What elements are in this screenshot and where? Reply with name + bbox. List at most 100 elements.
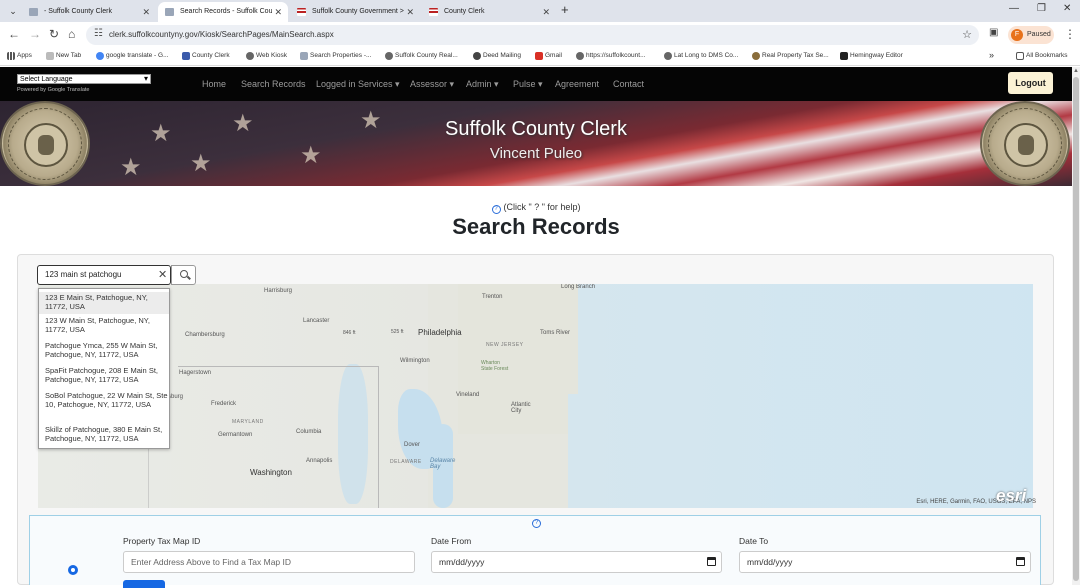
bookmark-apps[interactable]: Apps xyxy=(7,52,32,60)
page-scrollbar[interactable]: ▲ xyxy=(1072,67,1080,585)
suggestion-item[interactable]: Patchogue Ymca, 255 W Main St, Patchogue… xyxy=(39,341,169,364)
suggestion-item[interactable]: 123 W Main St, Patchogue, NY, 11772, USA xyxy=(39,316,169,339)
nav-search-records[interactable]: Search Records xyxy=(241,79,306,89)
bookmark-item[interactable]: Deed Mailing xyxy=(473,52,521,60)
nav-agreement[interactable]: Agreement xyxy=(555,79,599,89)
calendar-icon[interactable] xyxy=(707,557,716,566)
map-label: Vineland xyxy=(456,392,480,398)
kebab-menu-icon[interactable]: ⋮ xyxy=(1064,27,1076,41)
tab-search-chevron-icon[interactable]: ⌄ xyxy=(6,4,20,18)
gmail-icon xyxy=(535,52,543,60)
browser-tab[interactable]: Suffolk County Government > P ✕ xyxy=(290,2,420,22)
map-label: Annapolis xyxy=(306,458,333,464)
search-button[interactable] xyxy=(171,265,196,285)
scroll-up-icon[interactable]: ▲ xyxy=(1073,68,1079,74)
nav-pulse[interactable]: Pulse ▾ xyxy=(513,79,543,90)
logout-button[interactable]: Logout xyxy=(1008,72,1053,94)
calendar-icon[interactable] xyxy=(1016,557,1025,566)
url-text[interactable]: clerk.suffolkcountyny.gov/Kiosk/SearchPa… xyxy=(109,30,334,39)
close-tab-icon[interactable]: ✕ xyxy=(142,2,150,22)
more-bookmarks-chevron-icon[interactable]: » xyxy=(989,50,994,60)
date-to-label: Date To xyxy=(739,536,769,546)
bookmark-star-icon[interactable]: ☆ xyxy=(962,28,972,41)
all-bookmarks-folder[interactable]: All Bookmarks xyxy=(1016,52,1068,60)
map-label: Wilmington xyxy=(400,358,430,364)
bookmark-item[interactable]: Gmail xyxy=(535,52,562,60)
close-window-icon[interactable]: ✕ xyxy=(1063,3,1071,14)
nav-logged-in-services[interactable]: Logged in Services ▾ xyxy=(316,79,400,90)
page-title: Search Records xyxy=(452,214,620,239)
date-from-input[interactable]: mm/dd/yyyy xyxy=(431,551,722,573)
close-tab-icon[interactable]: ✕ xyxy=(404,2,414,22)
suggestion-item[interactable]: Skillz of Patchogue, 380 E Main St, Patc… xyxy=(39,425,169,448)
site-info-icon[interactable]: ☷ xyxy=(94,28,103,39)
nav-admin[interactable]: Admin ▾ xyxy=(466,79,499,90)
map-label: Philadelphia xyxy=(418,328,462,337)
home-icon[interactable]: ⌂ xyxy=(68,27,75,41)
us-flag-icon xyxy=(182,52,190,60)
suggestion-item[interactable]: 123 E Main St, Patchogue, NY, 11772, USA xyxy=(39,292,169,314)
bookmark-item[interactable]: Hemingway Editor xyxy=(840,52,903,60)
map-label: Toms River xyxy=(540,330,571,336)
map-label: Lancaster xyxy=(303,318,330,324)
bookmark-item[interactable]: Suffolk County Real... xyxy=(385,52,458,60)
suggestion-item[interactable]: SoBol Patchogue, 22 W Main St, Ste 10, P… xyxy=(39,391,169,422)
language-select[interactable]: Select Language xyxy=(17,74,151,84)
bookmark-item[interactable]: google translate - G... xyxy=(96,52,169,60)
address-search-input[interactable]: 123 main st patchogu xyxy=(37,265,171,285)
folder-icon xyxy=(1016,52,1024,60)
nav-contact[interactable]: Contact xyxy=(613,79,644,89)
map-label: Long Branch xyxy=(561,284,596,290)
globe-icon xyxy=(473,52,481,60)
tax-icon xyxy=(752,52,760,60)
address-bar[interactable]: ☷ clerk.suffolkcountyny.gov/Kiosk/Search… xyxy=(86,25,979,45)
help-question-icon[interactable]: ? xyxy=(491,205,501,214)
map-view[interactable]: Harrisburg Trenton Long Branch Lancaster… xyxy=(38,284,1033,508)
county-seal-left xyxy=(0,101,90,186)
nav-home[interactable]: Home xyxy=(202,79,226,89)
page-favicon-icon xyxy=(165,8,174,16)
site-navbar: Select Language Powered by Google Transl… xyxy=(0,67,1072,101)
map-label: Wharton State Forest xyxy=(481,360,509,372)
bookmark-item[interactable]: Real Property Tax Se... xyxy=(752,52,829,60)
tax-map-radio[interactable] xyxy=(68,565,78,575)
bookmark-item[interactable]: Lat Long to DMS Co... xyxy=(664,52,738,60)
date-to-input[interactable]: mm/dd/yyyy xyxy=(739,551,1031,573)
clear-search-icon[interactable]: ✕ xyxy=(158,268,167,281)
bookmark-item[interactable]: County Clerk xyxy=(182,52,230,60)
map-label: Germantown xyxy=(218,432,253,438)
suggestion-item[interactable]: SpaFit Patchogue, 208 E Main St, Patchog… xyxy=(39,366,169,389)
map-label: Washington xyxy=(250,468,292,477)
map-label: Hagerstown xyxy=(179,370,212,376)
close-tab-icon[interactable]: ✕ xyxy=(272,2,282,22)
restore-icon[interactable]: ❐ xyxy=(1037,3,1046,14)
browser-tab[interactable]: - Suffolk County Clerk ✕ xyxy=(22,2,156,22)
bookmark-item[interactable]: New Tab xyxy=(46,52,81,60)
submit-button[interactable] xyxy=(123,580,165,588)
new-tab-plus-icon[interactable]: + xyxy=(561,2,569,17)
banner-subtitle: Vincent Puleo xyxy=(489,145,583,162)
bookmark-item[interactable]: Search Properties -... xyxy=(300,52,371,60)
profile-paused-button[interactable]: F Paused xyxy=(1008,26,1054,44)
bookmark-item[interactable]: Web Kiosk xyxy=(246,52,287,60)
map-label: 525 ft xyxy=(391,329,404,335)
forward-arrow-icon[interactable]: → xyxy=(29,27,41,41)
help-question-icon[interactable]: ? xyxy=(532,519,541,528)
esri-logo: esri xyxy=(996,486,1027,505)
reload-icon[interactable]: ↻ xyxy=(49,27,59,41)
scrollbar-thumb[interactable] xyxy=(1073,77,1079,581)
side-panel-icon[interactable]: ▣ xyxy=(989,27,998,38)
address-suggestions: 123 E Main St, Patchogue, NY, 11772, USA… xyxy=(38,288,170,449)
bookmark-item[interactable]: https://suffolkcount... xyxy=(576,52,646,60)
browser-tab[interactable]: County Clerk ✕ xyxy=(422,2,556,22)
browser-tab-active[interactable]: Search Records - Suffolk County ✕ xyxy=(158,2,288,22)
nav-assessor[interactable]: Assessor ▾ xyxy=(410,79,454,90)
map-label: 846 ft xyxy=(343,330,356,336)
tax-map-label: Property Tax Map ID xyxy=(123,536,201,546)
minimize-icon[interactable]: — xyxy=(1009,3,1019,14)
google-icon xyxy=(96,52,104,60)
tax-map-id-input[interactable]: Enter Address Above to Find a Tax Map ID xyxy=(123,551,415,573)
close-tab-icon[interactable]: ✕ xyxy=(542,2,550,22)
back-arrow-icon[interactable]: ← xyxy=(8,27,20,41)
map-label: Frederick xyxy=(211,401,237,407)
